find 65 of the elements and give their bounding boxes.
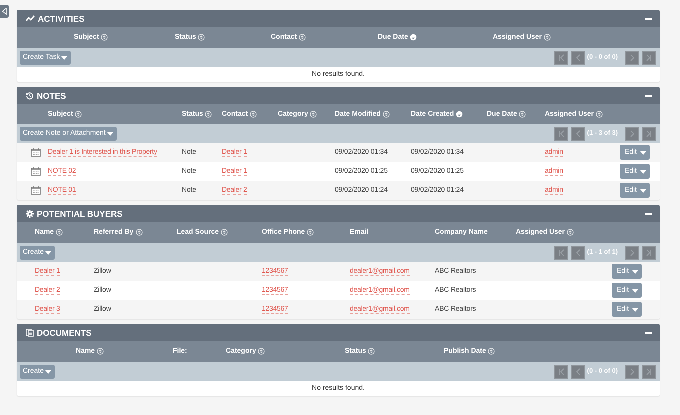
subpanel-header[interactable]: ACTIVITIES bbox=[17, 10, 660, 27]
sort-icon[interactable] bbox=[198, 34, 206, 41]
sort-icon[interactable] bbox=[97, 348, 104, 355]
sort-icon[interactable] bbox=[310, 110, 318, 118]
last-page-icon bbox=[644, 368, 654, 376]
caret-icon bbox=[45, 250, 52, 254]
sort-icon[interactable] bbox=[75, 110, 82, 118]
caret-icon bbox=[632, 308, 640, 312]
chevron-right-icon bbox=[628, 130, 636, 138]
sidebar-toggle-button[interactable] bbox=[0, 5, 9, 18]
chart-line-icon bbox=[26, 15, 35, 22]
sort-icon[interactable] bbox=[205, 110, 212, 118]
sorted-icon[interactable] bbox=[410, 34, 418, 41]
last-page-icon bbox=[644, 248, 654, 256]
chevron-left-icon bbox=[574, 248, 583, 256]
calendar-icon bbox=[31, 167, 41, 176]
caret-icon bbox=[106, 132, 114, 136]
last-page-icon bbox=[644, 130, 654, 138]
subpanel-title: POTENTIAL BUYERS bbox=[37, 208, 124, 218]
caret-icon bbox=[640, 188, 647, 192]
subpanel-title: ACTIVITIES bbox=[38, 14, 86, 24]
sort-icon[interactable] bbox=[250, 110, 258, 118]
subpanel-header[interactable]: DOCUMENTS bbox=[17, 324, 660, 341]
sort-icon[interactable] bbox=[519, 110, 526, 118]
subpanel-header[interactable]: NOTES bbox=[17, 87, 660, 104]
history-icon bbox=[26, 92, 34, 100]
document-icon bbox=[26, 328, 34, 336]
last-page-icon bbox=[644, 54, 654, 62]
chevron-left-icon bbox=[574, 54, 583, 62]
caret-icon bbox=[45, 370, 52, 374]
caret-icon bbox=[632, 270, 640, 274]
chevron-left-icon bbox=[574, 368, 583, 376]
first-page-icon bbox=[556, 130, 566, 138]
sort-icon[interactable] bbox=[567, 229, 574, 236]
triangle-left-icon bbox=[2, 8, 7, 15]
calendar-icon bbox=[31, 148, 41, 157]
chevron-right-icon bbox=[628, 54, 636, 62]
sort-icon[interactable] bbox=[382, 110, 390, 118]
sort-icon[interactable] bbox=[307, 229, 314, 236]
first-page-icon bbox=[556, 248, 566, 256]
caret-icon bbox=[640, 170, 647, 174]
sort-icon[interactable] bbox=[101, 34, 108, 41]
caret-icon bbox=[640, 150, 647, 154]
chevron-left-icon bbox=[574, 130, 583, 138]
caret-icon bbox=[61, 56, 68, 60]
chevron-right-icon bbox=[628, 248, 636, 256]
settings-icon bbox=[26, 210, 34, 218]
first-page-icon bbox=[556, 54, 566, 62]
sort-icon[interactable] bbox=[221, 229, 228, 236]
sorted-icon[interactable] bbox=[456, 110, 464, 118]
sort-icon[interactable] bbox=[544, 34, 552, 41]
sort-icon[interactable] bbox=[56, 229, 64, 236]
subpanel-title: NOTES bbox=[37, 90, 68, 100]
subpanel-header[interactable]: POTENTIAL BUYERS bbox=[17, 205, 660, 222]
sort-icon[interactable] bbox=[488, 348, 496, 355]
sort-icon[interactable] bbox=[258, 348, 266, 355]
caret-icon bbox=[632, 288, 640, 292]
first-page-icon bbox=[556, 368, 566, 376]
sort-icon[interactable] bbox=[136, 229, 143, 236]
sort-icon[interactable] bbox=[596, 110, 604, 118]
sort-icon[interactable] bbox=[299, 34, 306, 41]
subpanel-title: DOCUMENTS bbox=[37, 328, 93, 338]
chevron-right-icon bbox=[628, 368, 636, 376]
calendar-icon bbox=[31, 186, 41, 195]
sort-icon[interactable] bbox=[368, 348, 376, 355]
